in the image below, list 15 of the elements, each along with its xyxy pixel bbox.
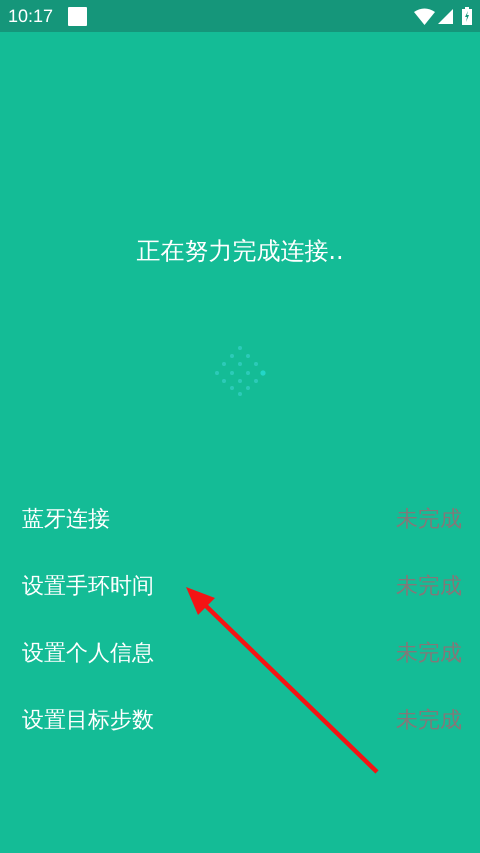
signal-icon (438, 8, 453, 24)
step-status: 未完成 (396, 572, 462, 600)
wifi-icon (414, 8, 435, 24)
notification-icon (68, 6, 88, 26)
step-label: 设置手环时间 (22, 572, 154, 600)
clock: 10:17 (8, 6, 54, 26)
loading-spinner-icon (214, 344, 266, 396)
connecting-message: 正在努力完成连接.. (135, 236, 345, 266)
step-label: 设置目标步数 (22, 706, 154, 734)
step-status: 未完成 (396, 706, 462, 734)
step-label: 蓝牙连接 (22, 506, 110, 534)
step-status: 未完成 (396, 506, 462, 534)
battery-icon (462, 7, 472, 25)
step-label: 设置个人信息 (22, 640, 154, 668)
step-status: 未完成 (396, 640, 462, 668)
